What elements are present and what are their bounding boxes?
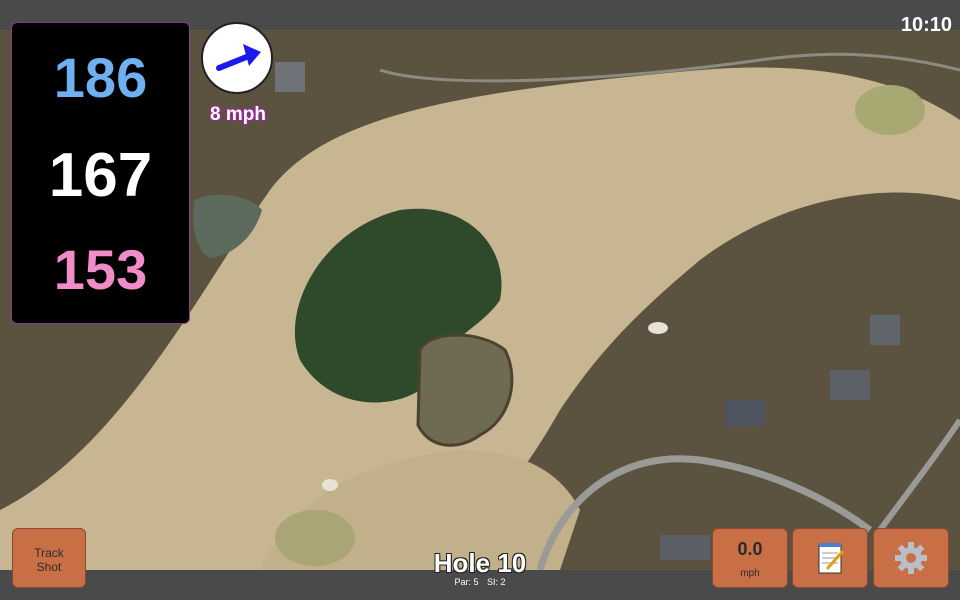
hole-info: Par: 5 SI: 2 <box>380 577 580 587</box>
track-shot-button[interactable]: Track Shot <box>12 528 86 588</box>
hole-si: SI: 2 <box>487 577 506 587</box>
yardage-back: 186 <box>53 46 148 109</box>
wind-speed: 8 mph <box>210 104 266 125</box>
yardage-middle: 167 <box>48 141 153 210</box>
track-shot-label-1: Track <box>34 546 64 560</box>
track-shot-label-2: Shot <box>36 560 62 574</box>
speed-unit: mph <box>740 568 760 579</box>
gear-icon <box>895 542 927 574</box>
notepad-icon <box>818 543 845 574</box>
yardage-panel: 186 167 153 <box>11 22 190 324</box>
speed-value: 0.0 <box>737 539 763 559</box>
hole-title: Hole 10 <box>433 548 527 578</box>
hole-par: Par: 5 <box>454 577 479 587</box>
speed-button[interactable]: 0.0 mph <box>712 528 788 588</box>
settings-button[interactable] <box>873 528 949 588</box>
arrow-icon <box>216 44 261 71</box>
wind-indicator <box>201 22 273 94</box>
notes-button[interactable] <box>792 528 868 588</box>
status-clock: 10:10 <box>900 14 952 36</box>
yardage-front: 153 <box>53 238 148 301</box>
